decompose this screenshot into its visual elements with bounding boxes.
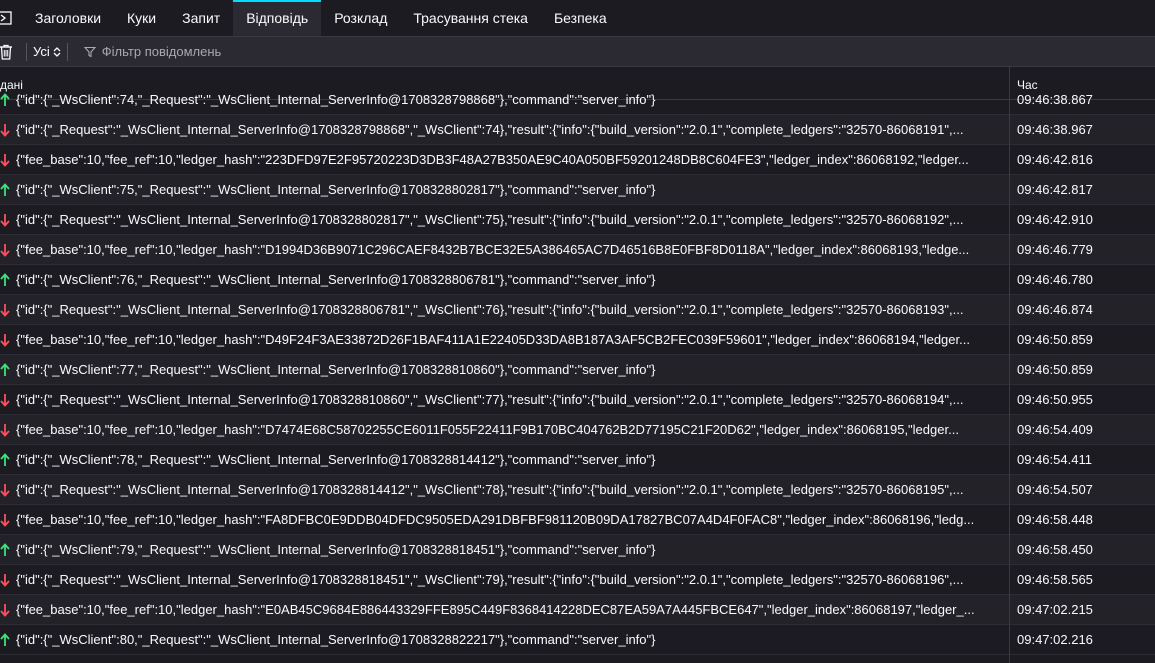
filter-messages-input[interactable]: Фільтр повідомлень [78,41,610,63]
message-data: {"fee_base":10,"fee_ref":10,"ledger_hash… [16,512,975,527]
toolbar-separator [26,42,27,61]
message-type-select-value: Усі [33,44,50,59]
message-row[interactable]: {"fee_base":10,"fee_ref":10,"ledger_hash… [0,415,1155,445]
tab-headers[interactable]: Заголовки [22,0,114,36]
message-time: 09:46:38.867 [1017,92,1093,107]
tab-security[interactable]: Безпека [541,0,620,36]
message-data: {"id":{"_WsClient":80,"_Request":"_WsCli… [16,632,656,647]
message-data: {"id":{"_Request":"_WsClient_Internal_Se… [16,302,964,317]
arrow-up-icon [0,543,10,556]
message-time: 09:46:54.507 [1017,482,1093,497]
message-row[interactable]: {"id":{"_Request":"_WsClient_Internal_Se… [0,205,1155,235]
messages-list: {"id":{"_WsClient":74,"_Request":"_WsCli… [0,90,1155,663]
message-row[interactable]: {"fee_base":10,"fee_ref":10,"ledger_hash… [0,325,1155,355]
arrow-down-icon [0,604,10,617]
message-data: {"id":{"_WsClient":75,"_Request":"_WsCli… [16,182,656,197]
arrow-down-icon [0,394,10,407]
toolbar-separator [66,42,68,61]
message-row[interactable]: {"id":{"_WsClient":75,"_Request":"_WsCli… [0,175,1155,205]
arrow-down-icon [0,304,10,317]
message-time: 09:46:42.817 [1017,182,1093,197]
arrow-up-icon [0,453,10,466]
message-type-select[interactable]: Усі [33,44,61,59]
arrow-down-icon [0,244,10,257]
message-time: 09:47:02.215 [1017,602,1093,617]
arrow-down-icon [0,514,10,527]
message-row[interactable]: {"fee_base":10,"fee_ref":10,"ledger_hash… [0,235,1155,265]
message-data: {"fee_base":10,"fee_ref":10,"ledger_hash… [16,332,970,347]
sidebar-toggle-icon [0,11,12,25]
message-row[interactable]: {"id":{"_WsClient":77,"_Request":"_WsCli… [0,355,1155,385]
message-data: {"id":{"_WsClient":78,"_Request":"_WsCli… [16,452,656,467]
message-time: 09:46:50.859 [1017,332,1093,347]
tab-request[interactable]: Запит [169,0,233,36]
chevron-updown-icon [53,46,61,57]
message-time: 09:46:42.816 [1017,152,1093,167]
arrow-down-icon [0,334,10,347]
filter-placeholder: Фільтр повідомлень [101,44,222,59]
tab-stack-trace[interactable]: Трасування стека [400,0,541,36]
message-data: {"id":{"_Request":"_WsClient_Internal_Se… [16,392,964,407]
message-time: 09:46:50.955 [1017,392,1093,407]
tab-bar: Заголовки Куки Запит Відповідь Розклад Т… [0,0,1155,37]
arrow-down-icon [0,124,10,137]
message-data: {"id":{"_WsClient":76,"_Request":"_WsCli… [16,272,656,287]
message-data: {"id":{"_WsClient":74,"_Request":"_WsCli… [16,92,656,107]
message-row[interactable]: {"fee_base":10,"fee_ref":10,"ledger_hash… [0,595,1155,625]
message-time: 09:46:58.450 [1017,542,1093,557]
arrow-up-icon [0,93,10,106]
message-row[interactable]: {"id":{"_Request":"_WsClient_Internal_Se… [0,475,1155,505]
arrow-down-icon [0,154,10,167]
arrow-down-icon [0,484,10,497]
message-row[interactable]: {"id":{"_Request":"_WsClient_Internal_Se… [0,565,1155,595]
message-time: 09:46:46.780 [1017,272,1093,287]
message-time: 09:46:38.967 [1017,122,1093,137]
message-time: 09:46:46.779 [1017,242,1093,257]
tab-response[interactable]: Відповідь [233,0,322,36]
trash-icon [0,44,12,60]
message-row[interactable]: {"id":{"_Request":"_WsClient_Internal_Se… [0,295,1155,325]
message-data: {"id":{"_Request":"_WsClient_Internal_Se… [16,212,964,227]
arrow-down-icon [0,214,10,227]
message-row[interactable]: {"id":{"_WsClient":78,"_Request":"_WsCli… [0,445,1155,475]
message-data: {"id":{"_Request":"_WsClient_Internal_Se… [16,122,964,137]
arrow-up-icon [0,363,10,376]
message-time: 09:46:54.411 [1017,452,1092,467]
message-time: 09:46:46.874 [1017,302,1093,317]
messages-toolbar: Усі Фільтр повідомлень [0,37,1155,67]
message-time: 09:46:50.859 [1017,362,1093,377]
message-row[interactable]: {"id":{"_Request":"_WsClient_Internal_Se… [0,115,1155,145]
message-time: 09:46:42.910 [1017,212,1093,227]
message-time: 09:47:02.216 [1017,632,1093,647]
message-data: {"id":{"_Request":"_WsClient_Internal_Se… [16,572,964,587]
message-data: {"id":{"_Request":"_WsClient_Internal_Se… [16,482,964,497]
message-data: {"id":{"_WsClient":79,"_Request":"_WsCli… [16,542,656,557]
message-data: {"fee_base":10,"fee_ref":10,"ledger_hash… [16,422,959,437]
arrow-up-icon [0,183,10,196]
arrow-up-icon [0,633,10,646]
clear-messages-button[interactable] [0,37,20,66]
message-row[interactable]: {"id":{"_WsClient":76,"_Request":"_WsCli… [0,265,1155,295]
tab-cookies[interactable]: Куки [114,0,169,36]
message-data: {"id":{"_WsClient":77,"_Request":"_WsCli… [16,362,656,377]
message-row[interactable]: {"fee_base":10,"fee_ref":10,"ledger_hash… [0,505,1155,535]
message-data: {"fee_base":10,"fee_ref":10,"ledger_hash… [16,602,975,617]
tab-timings[interactable]: Розклад [321,0,400,36]
message-data: {"fee_base":10,"fee_ref":10,"ledger_hash… [16,152,969,167]
column-divider[interactable] [1009,67,1010,663]
message-row[interactable]: {"id":{"_WsClient":80,"_Request":"_WsCli… [0,625,1155,655]
message-time: 09:46:58.448 [1017,512,1093,527]
message-row[interactable]: {"id":{"_WsClient":74,"_Request":"_WsCli… [0,90,1155,115]
message-row[interactable]: {"id":{"_Request":"_WsClient_Internal_Se… [0,385,1155,415]
message-row[interactable]: {"id":{"_WsClient":79,"_Request":"_WsCli… [0,535,1155,565]
message-time: 09:46:58.565 [1017,572,1093,587]
filter-icon [83,46,96,57]
arrow-down-icon [0,574,10,587]
dock-toggle-button[interactable] [0,0,22,36]
message-row[interactable]: {"fee_base":10,"fee_ref":10,"ledger_hash… [0,145,1155,175]
arrow-down-icon [0,424,10,437]
message-time: 09:46:54.409 [1017,422,1093,437]
arrow-up-icon [0,273,10,286]
message-data: {"fee_base":10,"fee_ref":10,"ledger_hash… [16,242,970,257]
